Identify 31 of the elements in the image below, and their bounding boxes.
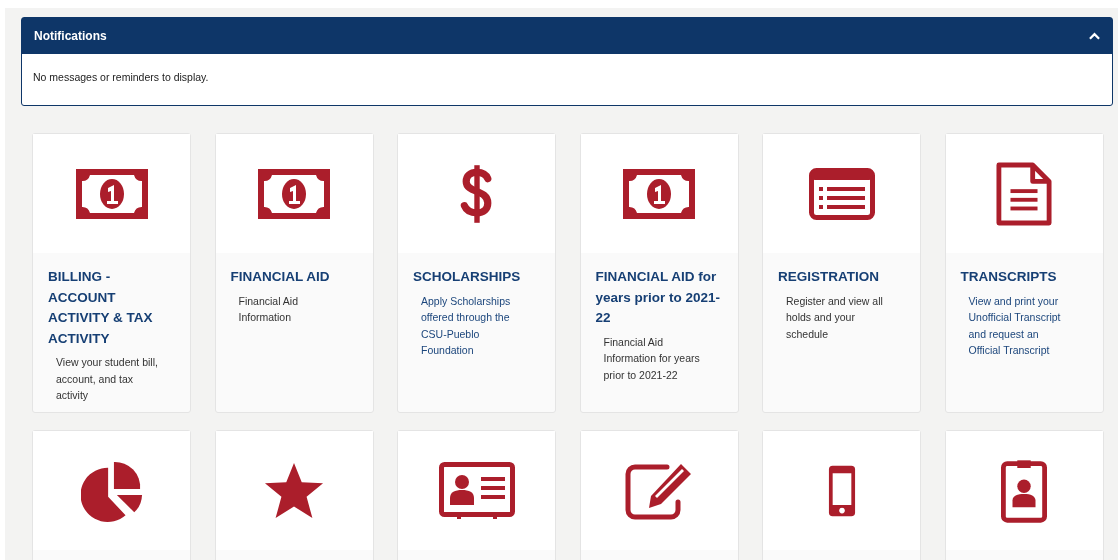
bill-icon [258, 168, 330, 219]
pencil-edit-icon [625, 461, 693, 520]
tile-description: View your student bill, account, and tax activity [55, 355, 159, 403]
id-badge-icon [1001, 457, 1047, 524]
tile-title[interactable]: SCHOLARSHIPS [413, 267, 543, 288]
tile-description-link[interactable]: Apply Scholarships offered through the CSU-Pueblo Foundation [413, 287, 543, 359]
tile-title[interactable]: FINANCIAL AID [230, 267, 361, 288]
chevron-icon[interactable] [1089, 32, 1100, 40]
document-icon [996, 160, 1052, 227]
tile-title[interactable]: TRANSCRIPTS [960, 267, 1091, 288]
tile-title[interactable]: BILLING - ACCOUNT ACTIVITY & TAX ACTIVITY [48, 267, 178, 349]
tile-card[interactable]: TRANSCRIPTS View and print your Unofficial Transcript and request an Official Transcript [944, 133, 1104, 413]
tile-card[interactable]: SCHOLARSHIPS Apply Scholarships offered through the CSU-Pueblo Foundation [397, 133, 556, 413]
pie-chart-icon [80, 459, 143, 522]
tile-card[interactable]: FINANCIAL AID for years prior to 2021-22 Financial Aid Information for years prior to 2021-22 [579, 133, 739, 413]
tile-description-link[interactable]: View and print your Unofficial Transcript and request an Official Transcript [960, 287, 1091, 359]
smartphone-icon [827, 463, 856, 518]
tile-description: Register and view all holds and your schedule [785, 293, 884, 342]
tile-card[interactable]: REGISTRATION Register and view all holds and your schedule [762, 133, 921, 413]
tile-description: Financial Aid Information [237, 293, 300, 325]
tile-title[interactable]: FINANCIAL AID for years prior to 2021-22 [595, 267, 726, 329]
notifications-message: No messages or reminders to display. [33, 71, 209, 83]
tile-card[interactable]: BILLING - ACCOUNT ACTIVITY & TAX ACTIVITY View your student bill, account, and tax activity [32, 133, 191, 413]
id-card-icon [438, 461, 515, 520]
bill-icon [623, 168, 695, 219]
tile-title[interactable]: REGISTRATION [778, 267, 908, 288]
list-window-icon [808, 167, 875, 220]
tile-description: Financial Aid Information for years prior to 2021-22 [602, 334, 701, 383]
notifications-title: Notifications [34, 29, 107, 43]
bill-icon [75, 168, 148, 219]
tile-card[interactable]: FINANCIAL AID Financial Aid Information [214, 133, 374, 413]
